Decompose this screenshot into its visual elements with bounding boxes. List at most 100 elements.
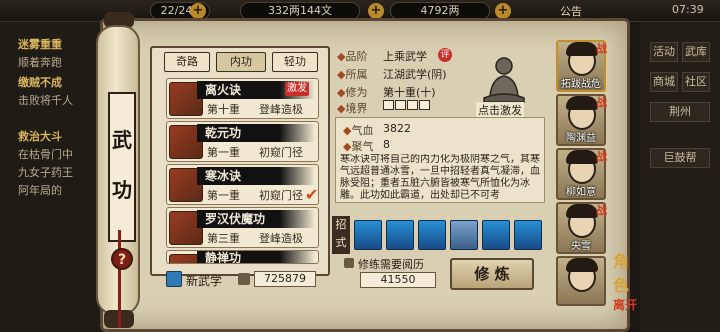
skill-item[interactable]: 罗汉伏魔功 第三重 登峰造极 [166, 207, 319, 248]
quest-line: 阿年局的 [18, 184, 62, 197]
cultivation-row: ◆修为 [337, 86, 368, 99]
character-hair [566, 150, 598, 164]
skill-level: 第十重 [207, 103, 240, 116]
menu-armory[interactable]: 武库 [682, 42, 710, 62]
character-hair [566, 42, 598, 56]
meditating-figure-avatar[interactable] [474, 54, 534, 104]
battle-badge: 战 [596, 150, 607, 163]
checkmark-icon: ✔ [305, 185, 319, 204]
school-row: ◆所属 [337, 68, 368, 81]
quest-line: 缴贼不成 [18, 76, 62, 89]
menu-activity[interactable]: 活动 [650, 42, 678, 62]
juqi-label: 聚气 [351, 140, 374, 153]
location-label: 荆州 [650, 102, 710, 122]
quest-line: 九女子药王 [18, 166, 73, 179]
scroll-title: 武 功 [108, 92, 136, 242]
tassel-decoration [118, 230, 121, 328]
skill-rank: 初窥门径 [259, 146, 303, 159]
cultivation-label: 修为 [345, 86, 368, 99]
requirement-label: 修练需要阅历 [358, 258, 424, 271]
new-skill-book-icon [166, 271, 182, 287]
move-icon[interactable] [386, 220, 414, 250]
add-stamina-button[interactable]: + [190, 3, 206, 19]
skill-rank: 初窥门径 [259, 189, 303, 202]
juqi-row: ◆聚气 [343, 140, 374, 153]
tab-lightness[interactable]: 轻功 [272, 52, 318, 72]
realm-pip [419, 100, 430, 110]
character-name: 陶渊益 [566, 133, 596, 144]
character-hair [566, 96, 598, 110]
skill-item[interactable]: 静禅功 [166, 250, 319, 264]
tab-strategy[interactable]: 奇路 [164, 52, 210, 72]
qixue-label: 气血 [351, 124, 374, 137]
realm-pip [407, 100, 418, 110]
add-money-button[interactable]: + [368, 3, 384, 19]
role-label: 角色 [613, 252, 630, 295]
qixue-value: 3822 [383, 122, 411, 135]
right-menu-background: 活动 武库 商城 社区 荆州 巨鼓帮 [640, 22, 720, 332]
realm-pip [383, 100, 394, 110]
skill-item[interactable]: 离火诀 激发 第十重 登峰造极 [166, 78, 319, 119]
skill-name: 乾元功 [197, 124, 315, 142]
skill-level: 第一重 [207, 146, 240, 159]
activate-caption[interactable]: 点击激发 [476, 102, 524, 118]
realm-row: ◆境界 [337, 102, 368, 115]
character-portrait[interactable] [556, 256, 606, 306]
menu-community[interactable]: 社区 [682, 72, 710, 92]
cultivation-value: 第十重(十) [383, 86, 436, 99]
quest-line: 救治大斗 [18, 130, 62, 143]
grade-row: ◆品阶 [337, 50, 368, 63]
quest-line: 在枯骨门中 [18, 148, 73, 161]
reading-icon [344, 258, 354, 268]
move-icon[interactable] [450, 220, 478, 250]
qixue-row: ◆气血 [343, 124, 374, 137]
school-value: 江湖武学(阴) [383, 68, 447, 81]
character-name: 柳如意 [566, 187, 596, 198]
move-icon[interactable] [482, 220, 510, 250]
quest-log-background: 迷雾重重 顺着奔跑 缴贼不成 击败将千人 救治大斗 在枯骨门中 九女子药王 阿年… [0, 22, 100, 332]
title-char: 武 [112, 128, 132, 152]
battle-badge: 战 [596, 96, 607, 109]
character-name: 拓跋战危 [561, 79, 601, 90]
requirement-value: 41550 [360, 272, 436, 288]
battle-badge: 战 [596, 204, 607, 217]
grade-value: 上乘武学 [383, 50, 427, 63]
skill-name: 罗汉伏魔功 [197, 210, 315, 228]
character-hair [566, 204, 598, 218]
practice-button[interactable]: 修 炼 [450, 258, 534, 290]
skill-item[interactable]: 乾元功 第一重 初窥门径 [166, 121, 319, 162]
tab-internal[interactable]: 内功 [216, 52, 266, 72]
menu-shop[interactable]: 商城 [650, 72, 678, 92]
school-label: 所属 [345, 68, 368, 81]
role-tab[interactable]: 角色 离开 [613, 248, 643, 312]
skill-name: 静禅功 [197, 251, 315, 263]
character-name: 央雪 [571, 241, 591, 252]
new-skill-points: 725879 [254, 271, 316, 287]
help-icon[interactable]: ? [111, 248, 133, 270]
move-icon[interactable] [418, 220, 446, 250]
quest-line: 击败将千人 [18, 94, 73, 107]
skill-level: 第一重 [207, 189, 240, 202]
notice-link[interactable]: 公告 [560, 3, 582, 19]
rating-badge[interactable]: 评 [438, 48, 452, 62]
character-hair [566, 258, 598, 272]
quest-line: 迷雾重重 [18, 38, 62, 51]
skill-description: 寒冰诀可将自己的内力化为极阴寒之气，其寒气远超普通冰雪，一旦中招轻者真气凝滞，血… [340, 154, 540, 201]
clock: 07:39 [672, 3, 704, 16]
move-icon[interactable] [354, 220, 382, 250]
title-char: 功 [112, 178, 132, 202]
moves-label: 招式 [332, 216, 350, 254]
faction-button[interactable]: 巨鼓帮 [650, 148, 710, 168]
skill-level: 第三重 [207, 232, 240, 245]
skill-rank: 登峰造极 [259, 103, 303, 116]
grade-label: 品阶 [345, 50, 368, 63]
realm-pip [395, 100, 406, 110]
new-skill-label: 新武学 [186, 274, 223, 288]
leave-label[interactable]: 离开 [613, 296, 643, 313]
realm-label: 境界 [345, 102, 368, 115]
skill-item-selected[interactable]: 寒冰诀 第一重 初窥门径 ✔ [166, 164, 319, 205]
move-icon[interactable] [514, 220, 542, 250]
activated-badge: 激发 [285, 82, 309, 96]
add-gold-button[interactable]: + [495, 3, 511, 19]
juqi-value: 8 [383, 138, 390, 151]
